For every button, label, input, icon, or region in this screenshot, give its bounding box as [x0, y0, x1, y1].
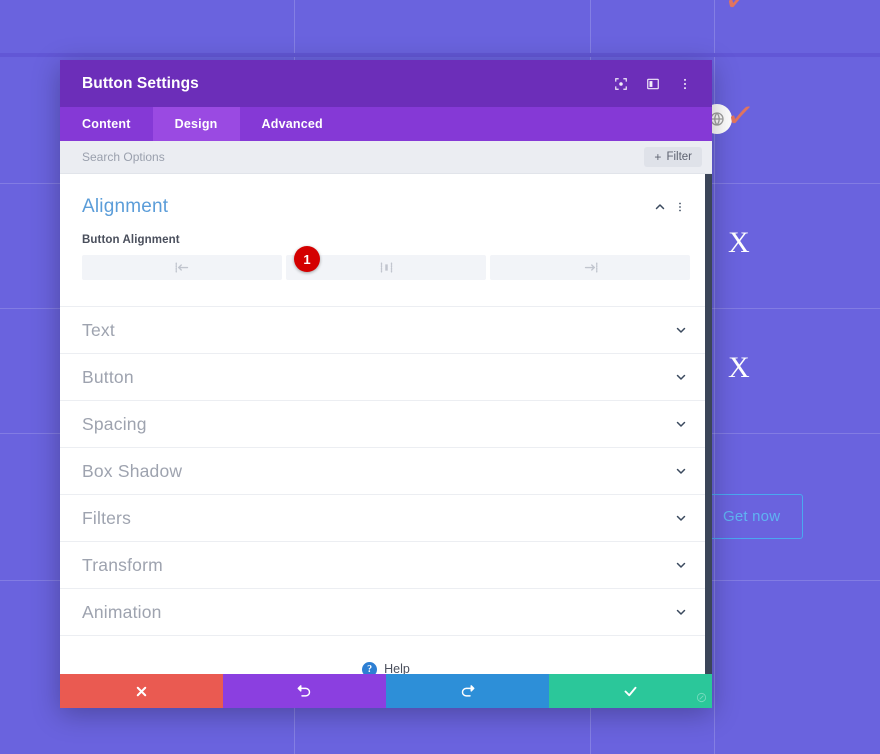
button-settings-modal: Button Settings Content Design Advanced …	[60, 60, 712, 708]
align-right-button[interactable]	[490, 255, 690, 280]
tab-advanced[interactable]: Advanced	[240, 107, 345, 141]
plus-icon: +	[654, 150, 662, 164]
chevron-down-icon[interactable]	[672, 603, 690, 621]
filter-button-label: Filter	[666, 151, 692, 163]
annotation-x: X	[728, 351, 750, 384]
section-spacing[interactable]: Spacing	[60, 401, 712, 448]
annotation-x: X	[728, 226, 750, 259]
row-band	[0, 53, 880, 57]
get-now-button[interactable]: Get now	[700, 494, 804, 539]
section-transform-label: Transform	[82, 554, 163, 575]
help-icon: ?	[362, 661, 378, 674]
tab-content[interactable]: Content	[60, 107, 153, 141]
section-animation[interactable]: Animation	[60, 589, 712, 636]
section-text[interactable]: Text	[60, 307, 712, 354]
section-box-shadow-label: Box Shadow	[82, 460, 183, 481]
section-filters-label: Filters	[82, 507, 132, 528]
more-vertical-icon[interactable]	[670, 197, 690, 217]
redo-icon	[461, 684, 475, 697]
save-button[interactable]	[549, 674, 712, 708]
button-alignment-control: 1	[82, 246, 690, 280]
section-filters[interactable]: Filters	[60, 495, 712, 542]
check-icon	[624, 686, 637, 696]
page-title: Button Settings	[82, 74, 199, 92]
section-button-label: Button	[82, 366, 134, 387]
button-alignment-label: Button Alignment	[82, 234, 180, 246]
chevron-up-icon[interactable]	[650, 197, 670, 217]
filter-button[interactable]: + Filter	[644, 147, 702, 167]
section-animation-label: Animation	[82, 601, 162, 622]
modal-header: Button Settings	[60, 60, 712, 107]
chevron-down-icon[interactable]	[672, 462, 690, 480]
modal-scrollbar[interactable]	[705, 174, 712, 674]
chevron-down-icon[interactable]	[672, 509, 690, 527]
chevron-down-icon[interactable]	[672, 321, 690, 339]
modal-footer	[60, 674, 712, 708]
section-alignment-title: Alignment	[82, 196, 169, 217]
tab-design[interactable]: Design	[152, 107, 240, 141]
annotation-check: ✓	[724, 96, 757, 137]
section-transform[interactable]: Transform	[60, 542, 712, 589]
close-icon	[136, 686, 147, 696]
help-link[interactable]: ? Help	[60, 636, 712, 674]
help-label: Help	[384, 662, 410, 674]
align-left-icon	[175, 262, 188, 273]
chevron-down-icon[interactable]	[672, 368, 690, 386]
align-right-icon	[584, 262, 597, 273]
search-input[interactable]	[82, 150, 645, 164]
align-left-button[interactable]	[82, 255, 282, 280]
redo-button[interactable]	[386, 674, 549, 708]
settings-scroll-body[interactable]: Alignment Button Alignment 1 Text Button…	[60, 174, 712, 674]
annotation-check: ✓	[722, 0, 755, 21]
section-box-shadow[interactable]: Box Shadow	[60, 448, 712, 495]
align-center-icon	[380, 262, 392, 273]
chevron-down-icon[interactable]	[672, 556, 690, 574]
search-bar: + Filter	[60, 141, 712, 174]
section-spacing-label: Spacing	[82, 413, 147, 434]
resize-handle[interactable]	[693, 689, 710, 706]
section-alignment: Alignment Button Alignment 1	[60, 174, 712, 307]
undo-button[interactable]	[223, 674, 386, 708]
section-button[interactable]: Button	[60, 354, 712, 401]
focus-target-icon[interactable]	[608, 71, 634, 97]
undo-icon	[297, 684, 311, 697]
cancel-button[interactable]	[60, 674, 223, 708]
modal-tabs: Content Design Advanced	[60, 107, 712, 141]
step-badge-1: 1	[294, 246, 320, 272]
section-text-label: Text	[82, 319, 115, 340]
layout-panel-icon[interactable]	[640, 71, 666, 97]
more-vertical-icon[interactable]	[672, 71, 698, 97]
chevron-down-icon[interactable]	[672, 415, 690, 433]
modal-header-icons	[608, 71, 698, 97]
section-alignment-header[interactable]: Alignment	[82, 196, 690, 218]
